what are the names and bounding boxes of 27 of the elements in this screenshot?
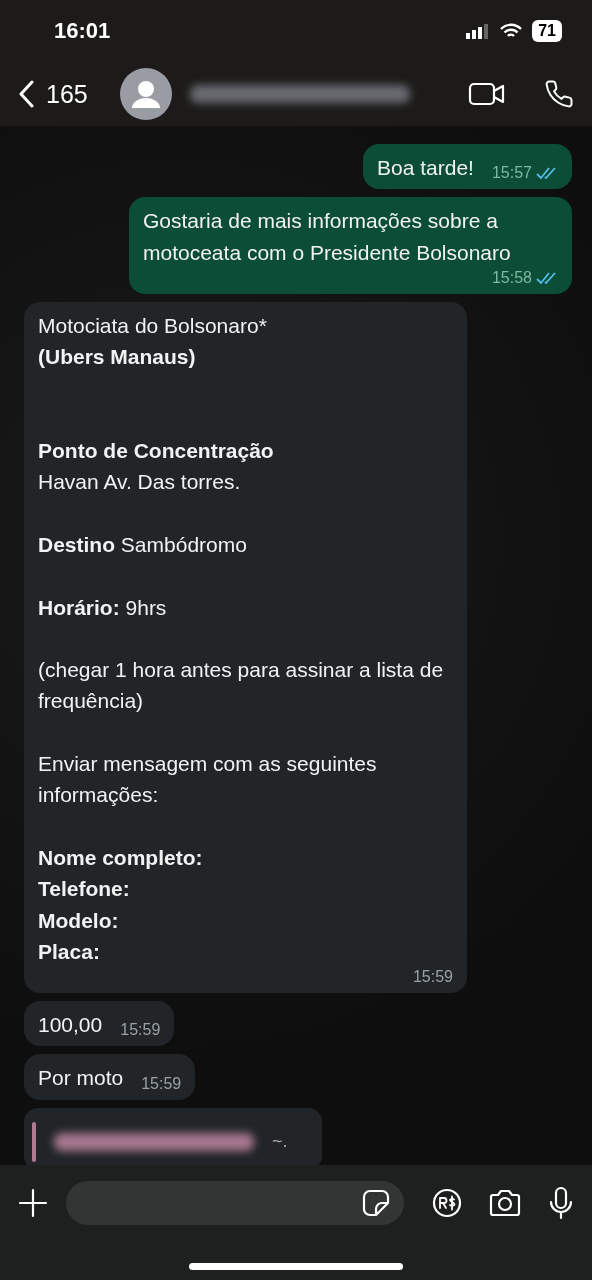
wifi-icon xyxy=(500,23,523,39)
payment-button[interactable] xyxy=(432,1188,462,1218)
back-button[interactable]: 165 xyxy=(18,79,88,109)
message-text: Boa tarde! xyxy=(377,155,474,181)
quoted-contact-message[interactable]: ~. xyxy=(24,1107,322,1165)
microphone-button[interactable] xyxy=(548,1186,574,1220)
message-time: 15:58 xyxy=(491,267,532,288)
back-chevron-icon[interactable] xyxy=(18,80,34,108)
camera-button[interactable] xyxy=(488,1188,522,1218)
message-time: 15:59 xyxy=(412,967,453,988)
message-text: Motociata do Bolsonaro* (Ubers Manaus) Ponto de Concentração Havan Av. Das torres. Destino Sambódromo Horário: 9hrs (chegar 1 hora antes para assinar a lista de frequência) Enviar mensagem com as seguintes informações: Nome completo: Telefone: Modelo: Placa: xyxy=(38,312,445,965)
message-text: Por moto xyxy=(38,1065,124,1092)
message-time: 15:59 xyxy=(120,1020,161,1041)
battery-level: 71 xyxy=(532,20,562,42)
contact-name-text: ~. xyxy=(272,1131,288,1153)
avatar-icon[interactable] xyxy=(119,68,172,120)
status-time: 16:01 xyxy=(54,18,111,44)
message-text: Gostaria de mais informações sobre a motoceata com o Presidente Bolsonaro xyxy=(143,208,512,266)
sticker-icon[interactable] xyxy=(362,1189,390,1217)
add-button[interactable] xyxy=(18,1188,48,1218)
message-time: 15:57 xyxy=(491,163,532,184)
video-call-button[interactable] xyxy=(468,80,506,108)
message-text: 100,00 xyxy=(38,1012,103,1039)
voice-call-button[interactable] xyxy=(544,79,574,109)
message-time: 15:59 xyxy=(141,1073,182,1094)
message-input-field[interactable] xyxy=(66,1181,404,1225)
signal-icon xyxy=(466,23,491,39)
